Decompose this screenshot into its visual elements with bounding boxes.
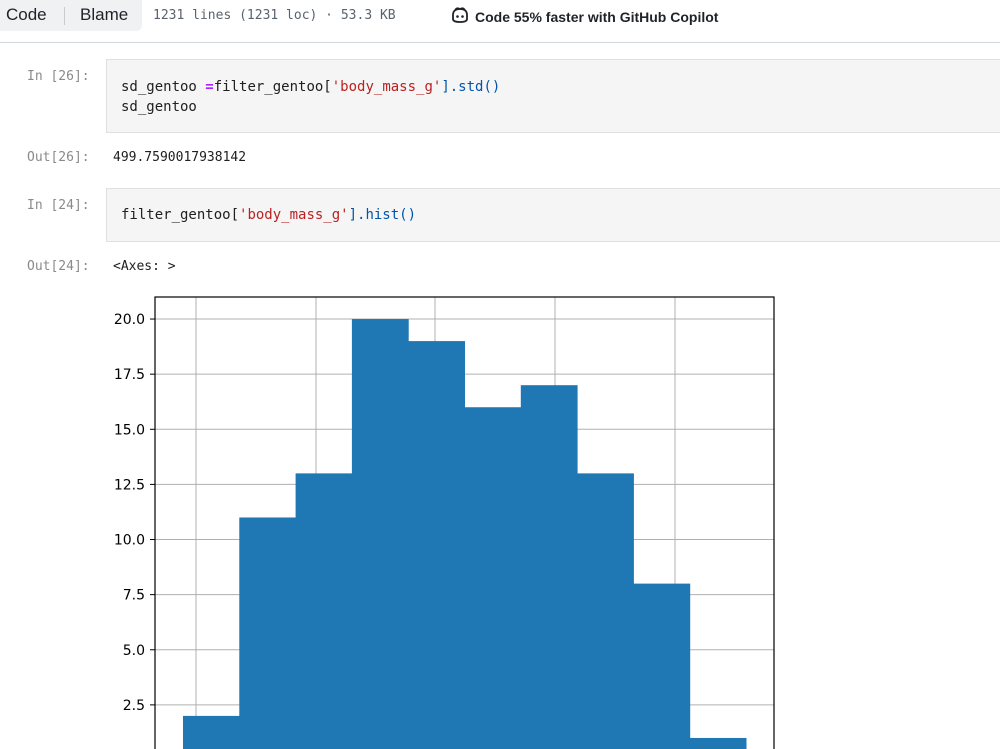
output-value: <Axes: > bbox=[113, 259, 176, 274]
output-value: 499.7590017938142 bbox=[113, 150, 247, 165]
histogram-bar bbox=[183, 715, 240, 749]
y-tick-label: 7.5 bbox=[123, 588, 145, 604]
file-info: 1231 lines (1231 loc) · 53.3 KB bbox=[153, 8, 396, 23]
histogram-bar bbox=[408, 341, 465, 749]
code-token: ].std() bbox=[441, 79, 501, 95]
output-prompt: Out[26]: bbox=[27, 150, 90, 165]
file-toolbar: Code Blame 1231 lines (1231 loc) · 53.3 … bbox=[0, 0, 1000, 43]
histogram-bar bbox=[633, 583, 691, 749]
code-line: filter_gentoo['body_mass_g'].hist() bbox=[121, 205, 416, 225]
copilot-promo[interactable]: Code 55% faster with GitHub Copilot bbox=[450, 6, 718, 27]
histogram-bar bbox=[239, 517, 297, 749]
code-block: sd_gentoo =filter_gentoo['body_mass_g'].… bbox=[121, 77, 500, 117]
code-token: ].hist() bbox=[348, 207, 417, 223]
code-token: sd_gentoo bbox=[121, 79, 206, 95]
output-prompt: Out[24]: bbox=[27, 259, 90, 274]
y-tick-label: 15.0 bbox=[114, 422, 145, 438]
histogram-chart: 2.5 5.0 7.5 10.0 12.5 15.0 17.5 20.0 bbox=[114, 296, 775, 749]
y-tick-label: 2.5 bbox=[123, 698, 145, 714]
code-line: sd_gentoo =filter_gentoo['body_mass_g'].… bbox=[121, 77, 500, 97]
view-toggle: Code Blame bbox=[0, 0, 142, 31]
code-line: sd_gentoo bbox=[121, 97, 500, 117]
blame-tab[interactable]: Blame bbox=[80, 5, 128, 25]
histogram-bar bbox=[577, 473, 634, 749]
histogram-bar bbox=[520, 385, 578, 749]
y-tick-label: 20.0 bbox=[114, 312, 145, 328]
input-prompt: In [24]: bbox=[27, 198, 90, 213]
y-tick-label: 5.0 bbox=[123, 643, 145, 659]
copilot-label: Code 55% faster with GitHub Copilot bbox=[475, 8, 719, 25]
input-prompt: In [26]: bbox=[27, 69, 90, 84]
toggle-divider bbox=[64, 7, 65, 25]
code-cell[interactable]: filter_gentoo['body_mass_g'].hist() bbox=[106, 188, 1000, 242]
histogram-bar bbox=[351, 319, 409, 749]
code-token: filter_gentoo[ bbox=[121, 207, 240, 223]
y-tick-label: 10.0 bbox=[114, 533, 145, 549]
histogram-bar bbox=[689, 737, 747, 749]
y-tick-label: 17.5 bbox=[114, 367, 145, 383]
code-tab[interactable]: Code bbox=[6, 5, 47, 25]
code-cell[interactable]: sd_gentoo =filter_gentoo['body_mass_g'].… bbox=[106, 59, 1000, 133]
histogram-bar bbox=[295, 473, 353, 749]
histogram-bar bbox=[464, 407, 522, 749]
code-token: 'body_mass_g' bbox=[239, 207, 349, 223]
code-token: sd_gentoo bbox=[121, 99, 197, 115]
code-block: filter_gentoo['body_mass_g'].hist() bbox=[121, 205, 416, 225]
y-tick-label: 12.5 bbox=[114, 477, 145, 493]
code-token: filter_gentoo[ bbox=[213, 79, 332, 95]
copilot-icon bbox=[450, 6, 470, 27]
code-token: 'body_mass_g' bbox=[331, 79, 442, 95]
code-token: = bbox=[205, 79, 214, 95]
